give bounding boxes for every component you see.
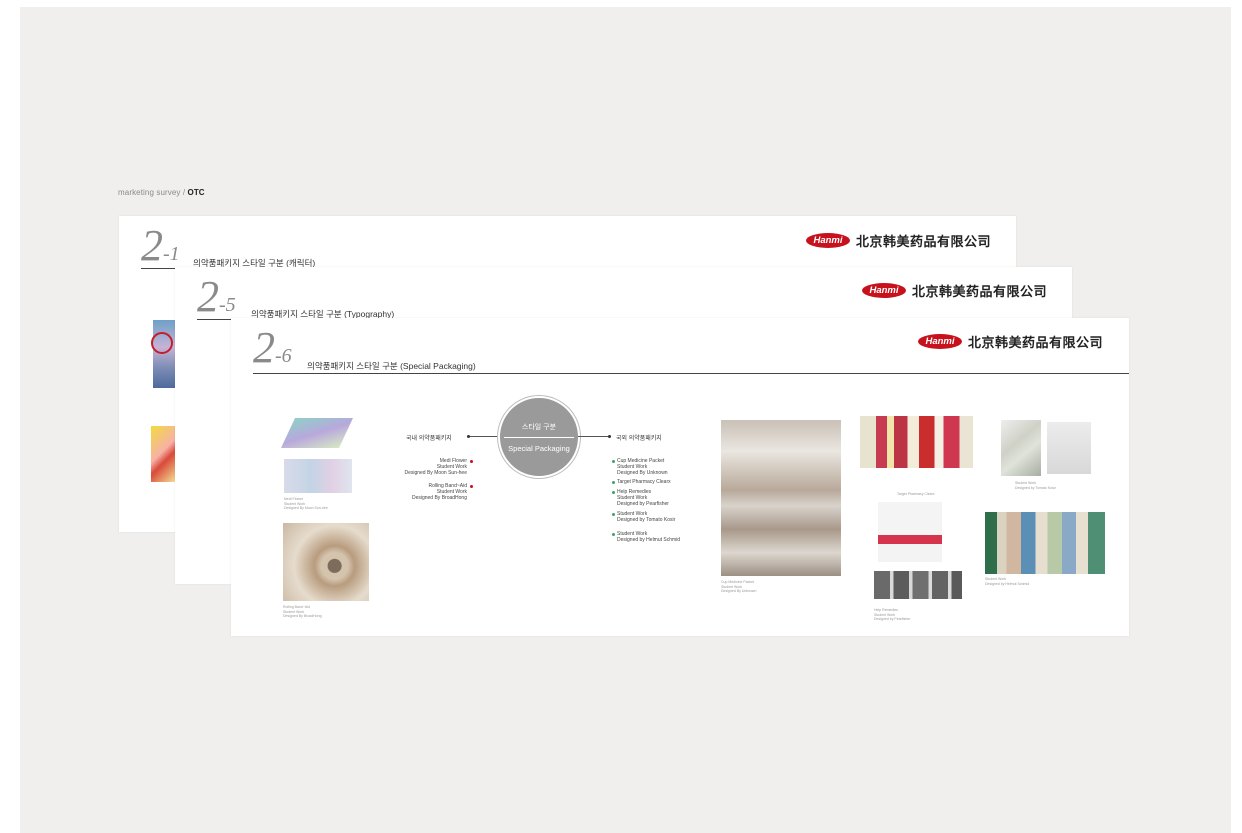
left-connector-dot [467,435,470,438]
slide-number-main: 2 [141,221,163,270]
list-item: Student Work Designed by Tomato Kosir [617,511,676,523]
circle-subtitle: Special Packaging [508,444,570,453]
rolling-band-aid-image [283,523,369,601]
caption-help: Help Remedies Student Work Designed by Pea… [874,608,911,621]
hanmi-logo: Hanmi [806,233,850,248]
breadcrumb: marketing survey / OTC [118,188,205,197]
slide-number-main: 2 [253,323,275,372]
circle-divider [504,437,574,438]
right-connector [578,436,608,437]
slide-number: 2-5 [197,275,236,319]
hanmi-logo: Hanmi [918,334,962,349]
domestic-label: 국내 의약품패키지 [406,436,452,442]
circle-title: 스타일 구분 [521,424,557,431]
slide-title: 의약품패키지 스타일 구분 (Special Packaging) [307,361,476,371]
medi-flower-image [281,418,353,448]
slide-number-main: 2 [197,272,219,321]
brand: Hanmi 北京韩美药品有限公司 [862,281,1047,300]
bullet-green [612,491,615,494]
style-circle: 스타일 구분 Special Packaging [498,396,580,478]
company-name: 北京韩美药品有限公司 [912,285,1048,300]
bullet-green [612,533,615,536]
left-connector [468,436,498,437]
list-item: Cup Medicine Packet Student Work Designed … [617,458,668,476]
bullet-red [470,485,473,488]
list-item: Help Remedies Student Work Designed by Pea… [617,489,669,507]
tomato-kosir-image [1047,422,1091,474]
bullet-green [612,513,615,516]
company-name: 北京韩美药品有限公司 [856,235,992,250]
highlight-circle [151,332,173,354]
slide-2-6[interactable]: 2-6 의약품패키지 스타일 구분 (Special Packaging) Ha… [231,318,1129,636]
help-remedies-image [878,502,942,562]
bullet-green [612,481,615,484]
list-item: Target Pharmacy Clearx [617,479,671,485]
caption-tomato: Student Work Designed by Tomato Kosir [1015,481,1056,490]
brand: Hanmi 北京韩美药品有限公司 [806,231,991,250]
slide-number: 2-1 [141,224,180,268]
foreign-label: 국외 의약품패키지 [616,436,662,442]
title-rule [253,373,1129,374]
character-package-image [151,320,175,388]
list-item: Rolling Band~Aid Student Work Designed By … [411,483,467,501]
bullet-red [470,460,473,463]
slide-number-sub: -5 [219,294,236,316]
right-connector-dot [608,435,611,438]
tomato-kosir-image [1001,420,1041,476]
medi-flower-image [284,459,352,493]
bullet-green [612,460,615,463]
caption-rolling: Rolling Band~Aid Student Work Designed By … [283,605,322,618]
caption-cup: Cup Medicine Packet Student Work Designed … [721,580,757,593]
character-package-image [151,426,177,482]
breadcrumb-current: OTC [187,188,205,197]
help-remedies-image [874,571,962,599]
list-item: Student Work Designed by Helmut Schmid [617,531,681,543]
helmut-schmid-image [985,512,1105,574]
company-name: 北京韩美药品有限公司 [968,336,1104,351]
slide-number-sub: -1 [163,243,180,265]
slide-number-sub: -6 [275,345,292,367]
list-item: Medi Flower Student Work Designed By Moon … [404,458,467,476]
caption-target: Target Pharmacy Clearx [897,492,935,496]
brand: Hanmi 北京韩美药品有限公司 [918,332,1103,351]
target-pharmacy-image [860,416,973,468]
slide-number: 2-6 [253,326,292,370]
breadcrumb-section[interactable]: marketing survey [118,188,181,197]
hanmi-logo: Hanmi [862,283,906,298]
caption-helmut: Student Work Designed by Helmut Schmid [985,577,1030,586]
breadcrumb-separator: / [182,188,186,197]
caption-medi-flower: Medi Flower Student Work Designed By Moon … [284,497,328,510]
cup-medicine-packet-image [721,420,841,576]
